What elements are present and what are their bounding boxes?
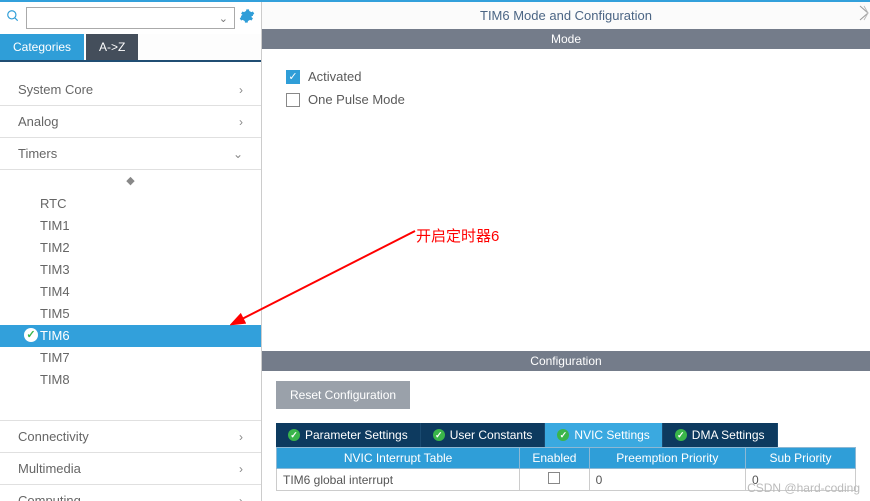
cat-connectivity[interactable]: Connectivity › — [0, 421, 261, 453]
tab-az[interactable]: A->Z — [86, 34, 138, 60]
tab-label: DMA Settings — [692, 428, 765, 442]
mode-header: Mode — [262, 29, 870, 49]
check-icon: ✓ — [433, 429, 445, 441]
checkbox-icon[interactable] — [548, 472, 560, 484]
chevron-right-icon: › — [239, 115, 243, 129]
timer-item-tim5[interactable]: TIM5 — [0, 303, 261, 325]
cell-enabled[interactable] — [520, 469, 589, 491]
chevron-down-icon: ⌄ — [233, 147, 243, 161]
checkbox-activated[interactable]: ✓ — [286, 70, 300, 84]
timer-item-tim7[interactable]: TIM7 — [0, 347, 261, 369]
chevron-down-icon: ⌄ — [219, 12, 228, 25]
timer-item-tim6[interactable]: ✓ TIM6 — [0, 325, 261, 347]
watermark: CSDN @hard-coding — [747, 481, 860, 495]
cat-label: Multimedia — [18, 461, 81, 476]
tab-dma-settings[interactable]: ✓ DMA Settings — [663, 423, 778, 447]
cat-label: Connectivity — [18, 429, 89, 444]
gear-icon[interactable] — [239, 8, 255, 29]
search-icon[interactable] — [6, 9, 22, 28]
tab-nvic-settings[interactable]: ✓ NVIC Settings — [545, 423, 662, 447]
activated-row[interactable]: ✓ Activated — [286, 65, 846, 88]
timer-item-tim2[interactable]: TIM2 — [0, 237, 261, 259]
chevron-right-icon: › — [239, 494, 243, 501]
tab-categories[interactable]: Categories — [0, 34, 84, 60]
checkbox-one-pulse[interactable] — [286, 93, 300, 107]
cat-computing[interactable]: Computing › — [0, 485, 261, 501]
config-tabs: ✓ Parameter Settings ✓ User Constants ✓ NVI… — [276, 423, 856, 447]
sidebar: ⌄ Categories A->Z System Core › Analog ›… — [0, 2, 262, 501]
check-icon: ✓ — [24, 328, 38, 342]
tab-label: User Constants — [450, 428, 533, 442]
resize-handle-icon[interactable] — [858, 4, 870, 22]
cat-label: Timers — [18, 146, 57, 161]
search-dropdown[interactable]: ⌄ — [26, 7, 235, 29]
one-pulse-row[interactable]: One Pulse Mode — [286, 88, 846, 111]
search-row: ⌄ — [0, 2, 261, 34]
col-preemption[interactable]: Preemption Priority — [589, 448, 745, 469]
col-interrupt-table[interactable]: NVIC Interrupt Table — [277, 448, 520, 469]
cat-label: Analog — [18, 114, 58, 129]
timer-item-rtc[interactable]: RTC — [0, 193, 261, 215]
cat-label: System Core — [18, 82, 93, 97]
check-icon: ✓ — [557, 429, 569, 441]
tab-user-constants[interactable]: ✓ User Constants — [421, 423, 546, 447]
timers-list: RTC TIM1 TIM2 TIM3 TIM4 TIM5 ✓ TIM6 TIM7… — [0, 191, 261, 403]
chevron-right-icon: › — [239, 462, 243, 476]
mode-panel: ✓ Activated One Pulse Mode — [262, 49, 870, 127]
cat-analog[interactable]: Analog › — [0, 106, 261, 138]
reset-configuration-button[interactable]: Reset Configuration — [276, 381, 410, 409]
page-title: TIM6 Mode and Configuration — [262, 2, 870, 29]
timer-item-tim8[interactable]: TIM8 — [0, 369, 261, 391]
timer-item-tim4[interactable]: TIM4 — [0, 281, 261, 303]
timer-item-tim1[interactable]: TIM1 — [0, 215, 261, 237]
chevron-right-icon: › — [239, 430, 243, 444]
timer-label: TIM6 — [40, 328, 70, 343]
chevron-right-icon: › — [239, 83, 243, 97]
cell-name: TIM6 global interrupt — [277, 469, 520, 491]
main-panel: TIM6 Mode and Configuration Mode ✓ Activ… — [262, 2, 870, 501]
cell-preempt[interactable]: 0 — [589, 469, 745, 491]
tab-label: Parameter Settings — [305, 428, 408, 442]
sort-indicator[interactable]: ◆ — [0, 170, 261, 191]
col-sub-priority[interactable]: Sub Priority — [745, 448, 855, 469]
tab-label: NVIC Settings — [574, 428, 649, 442]
activated-label: Activated — [308, 69, 361, 84]
col-enabled[interactable]: Enabled — [520, 448, 589, 469]
sidebar-tabs: Categories A->Z — [0, 34, 261, 62]
one-pulse-label: One Pulse Mode — [308, 92, 405, 107]
cat-label: Computing — [18, 493, 81, 501]
cat-system-core[interactable]: System Core › — [0, 74, 261, 106]
config-header: Configuration — [262, 351, 870, 371]
timer-item-tim3[interactable]: TIM3 — [0, 259, 261, 281]
cat-multimedia[interactable]: Multimedia › — [0, 453, 261, 485]
tab-parameter-settings[interactable]: ✓ Parameter Settings — [276, 423, 421, 447]
check-icon: ✓ — [675, 429, 687, 441]
cat-timers[interactable]: Timers ⌄ — [0, 138, 261, 170]
category-list: System Core › Analog › Timers ⌄ ◆ RTC TI… — [0, 62, 261, 501]
check-icon: ✓ — [288, 429, 300, 441]
